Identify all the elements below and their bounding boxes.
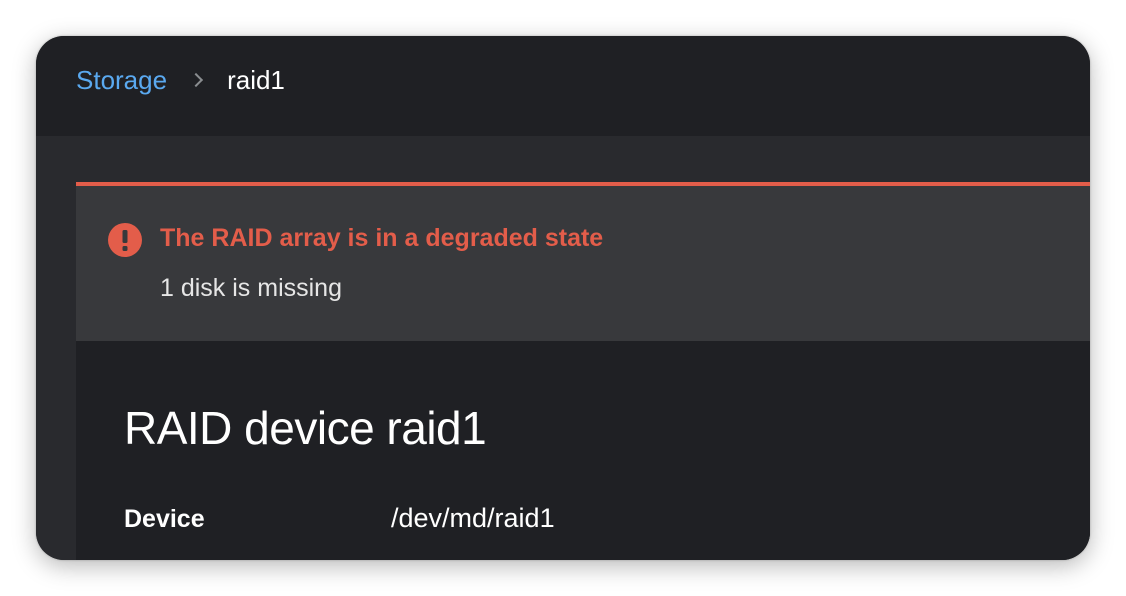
page-body: The RAID array is in a degraded state 1 …	[36, 136, 1090, 560]
degraded-alert: The RAID array is in a degraded state 1 …	[76, 182, 1090, 341]
alert-title: The RAID array is in a degraded state	[160, 224, 604, 252]
detail-label-device: Device	[124, 505, 205, 533]
detail-value-device: /dev/md/raid1	[391, 503, 555, 533]
breadcrumb-current: raid1	[227, 64, 285, 95]
alert-description: 1 disk is missing	[160, 274, 342, 302]
page-title: RAID device raid1	[124, 402, 487, 454]
app-window: Storage raid1 The RAID array is in a deg…	[36, 36, 1090, 560]
raid-device-card: RAID device raid1 Device /dev/md/raid1	[76, 341, 1090, 560]
breadcrumb: Storage raid1	[76, 62, 285, 98]
breadcrumb-link-storage[interactable]: Storage	[76, 65, 167, 96]
exclamation-circle-icon	[108, 223, 142, 257]
page-header: Storage raid1	[36, 36, 1090, 136]
chevron-right-icon	[189, 72, 204, 88]
